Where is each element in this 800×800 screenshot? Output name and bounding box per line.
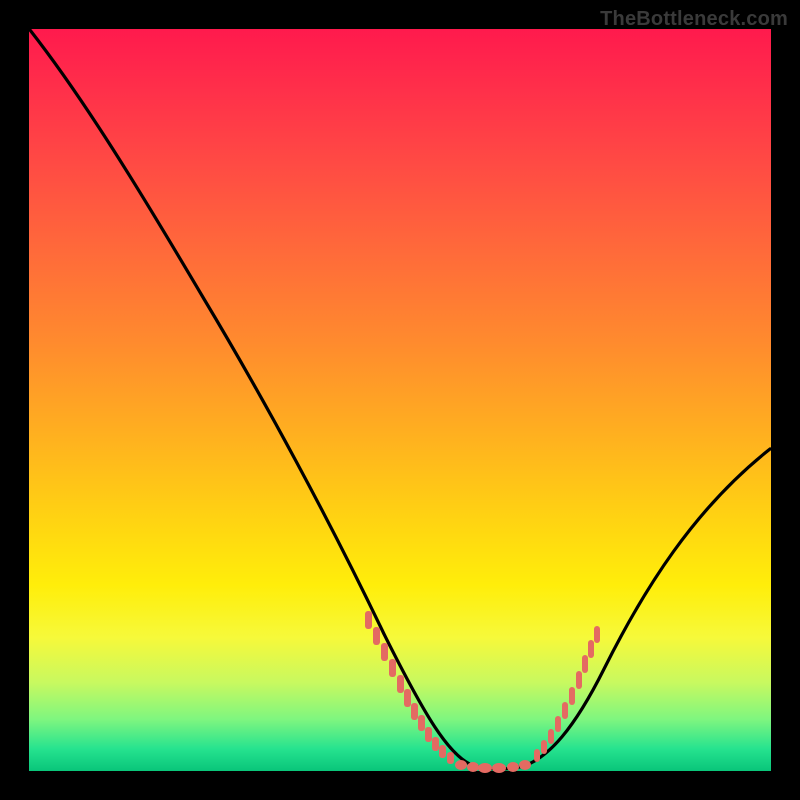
valley-markers-left — [365, 611, 454, 764]
chart-frame: TheBottleneck.com — [0, 0, 800, 800]
plot-area — [29, 29, 771, 771]
bottleneck-curve — [29, 29, 771, 771]
curve-path — [30, 30, 770, 769]
watermark-text: TheBottleneck.com — [600, 8, 788, 31]
